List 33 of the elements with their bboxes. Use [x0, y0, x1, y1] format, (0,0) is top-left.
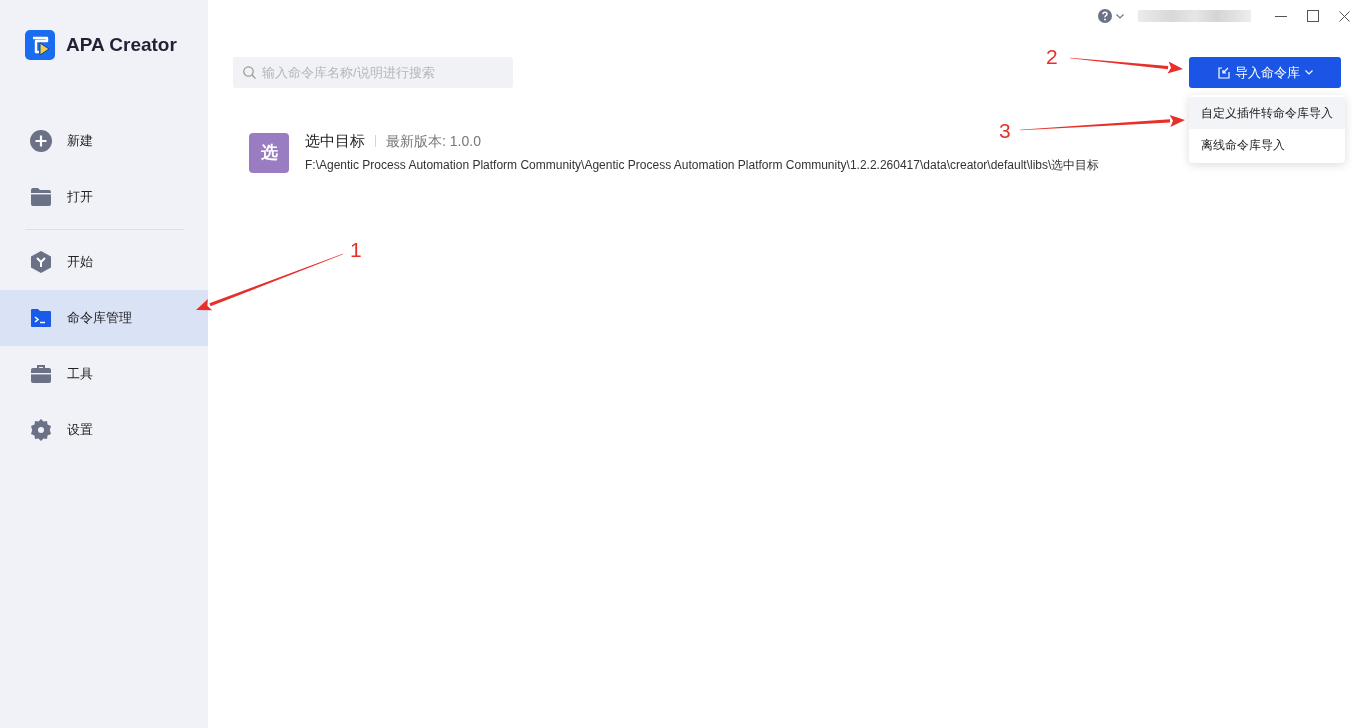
- library-version: 最新版本: 1.0.0: [386, 131, 481, 151]
- library-path: F:\Agentic Process Automation Platform Community\Agentic Process Automation Platform Community\1.2.2.260417\data\creator\default\libs\选中目标: [305, 157, 1100, 174]
- sidebar-item[interactable]: 新建: [0, 113, 208, 169]
- close-icon: [1338, 10, 1350, 22]
- caret-down-icon: [1116, 13, 1124, 19]
- maximize-icon: [1307, 10, 1319, 22]
- sidebar-item[interactable]: 开始: [0, 234, 208, 290]
- sidebar-item[interactable]: 工具: [0, 346, 208, 402]
- help-menu-button[interactable]: [1098, 9, 1124, 23]
- import-button[interactable]: 导入命令库: [1189, 57, 1341, 88]
- menu-item[interactable]: 自定义插件转命令库导入: [1189, 97, 1345, 129]
- plus-circle-icon: [30, 130, 52, 152]
- library-badge: 选: [249, 133, 289, 173]
- annotation-number: 2: [1046, 44, 1058, 70]
- sidebar-item[interactable]: 打开: [0, 169, 208, 225]
- settings-icon: [30, 419, 52, 441]
- hexagon-icon: [31, 251, 51, 273]
- menu-item[interactable]: 离线命令库导入: [1189, 129, 1345, 161]
- app-logo-icon: [25, 30, 55, 60]
- folder-icon: [31, 188, 51, 206]
- help-icon: [1098, 9, 1112, 23]
- annotation-number: 1: [350, 237, 362, 263]
- library-name: 选中目标: [305, 130, 365, 151]
- app-name: APA Creator: [66, 32, 177, 57]
- sidebar-item[interactable]: 命令库管理: [0, 290, 208, 346]
- import-icon: [1217, 66, 1230, 79]
- search-icon: [243, 66, 256, 79]
- sidebar-item[interactable]: 设置: [0, 402, 208, 458]
- caret-down-icon: [1304, 70, 1313, 75]
- terminal-icon: [31, 309, 51, 327]
- minimize-icon: [1275, 15, 1287, 17]
- briefcase-icon: [31, 365, 51, 383]
- annotation-number: 3: [999, 118, 1011, 144]
